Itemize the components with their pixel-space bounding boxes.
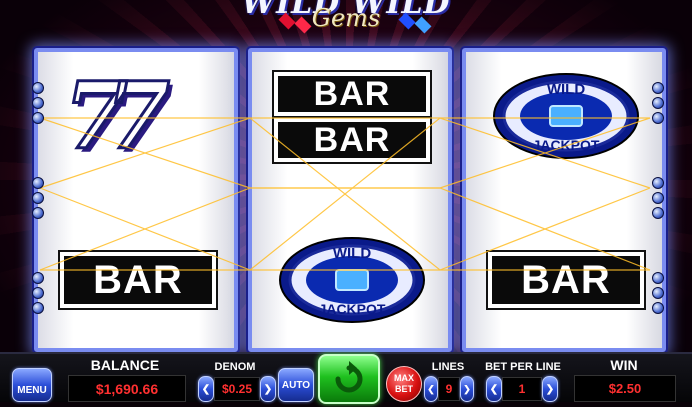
wild-jackpot-symbol: WILD JACKPOT	[279, 237, 425, 323]
balance-label: BALANCE	[90, 357, 160, 373]
auto-button-label: AUTO	[281, 379, 311, 391]
denom-label: DENOM	[214, 361, 256, 373]
bar-symbol: BAR	[486, 250, 646, 310]
payline-marker-icon	[652, 177, 664, 189]
logo-subtitle: Gems	[311, 4, 381, 32]
payline-marker-icon	[652, 192, 664, 204]
chevron-right-icon: ❯	[545, 383, 555, 395]
refresh-icon	[335, 361, 363, 393]
payline-marker-icon	[32, 287, 44, 299]
payline-marker-icon	[32, 302, 44, 314]
bar-symbol: BAR	[272, 116, 432, 164]
double-seven-symbol: 77	[63, 62, 172, 170]
max-bet-label-line2: BET	[395, 384, 413, 394]
jackpot-top-text: WILD	[333, 245, 371, 262]
bet-increase-button[interactable]: ❯	[542, 376, 558, 402]
denom-display: $0.25	[214, 377, 260, 401]
payline-marker-icon	[652, 302, 664, 314]
payline-marker-icon	[32, 177, 44, 189]
lines-label: LINES	[431, 361, 465, 373]
auto-button[interactable]: AUTO	[278, 368, 314, 402]
bet-decrease-button[interactable]: ❮	[486, 376, 502, 402]
win-display: $2.50	[574, 375, 676, 402]
wild-jackpot-symbol: WILD JACKPOT	[493, 73, 639, 159]
menu-button[interactable]: MENU	[12, 368, 52, 402]
spin-button[interactable]	[318, 354, 380, 404]
payline-marker-icon	[652, 272, 664, 284]
denom-decrease-button[interactable]: ❮	[198, 376, 214, 402]
win-label: WIN	[610, 357, 638, 373]
payline-marker-icon	[32, 192, 44, 204]
max-bet-label-line1: MAX	[394, 373, 414, 383]
chevron-left-icon: ❮	[201, 383, 211, 395]
lines-increase-button[interactable]: ❯	[460, 376, 474, 402]
menu-button-label: MENU	[17, 384, 47, 396]
chevron-right-icon: ❯	[263, 383, 273, 395]
payline-marker-icon	[652, 207, 664, 219]
payline-marker-icon	[32, 82, 44, 94]
jackpot-bottom-text: JACKPOT	[319, 301, 386, 317]
payline-marker-icon	[652, 82, 664, 94]
lines-display: 9	[438, 377, 460, 401]
jackpot-top-text: WILD	[547, 81, 585, 98]
chevron-left-icon: ❮	[427, 383, 435, 394]
reel-1: 77 BAR	[34, 48, 238, 352]
bet-per-line-display: 1	[502, 377, 542, 401]
lines-decrease-button[interactable]: ❮	[424, 376, 438, 402]
payline-marker-icon	[652, 287, 664, 299]
chevron-right-icon: ❯	[463, 383, 471, 394]
denom-increase-button[interactable]: ❯	[260, 376, 276, 402]
jackpot-bottom-text: JACKPOT	[533, 137, 600, 153]
payline-marker-icon	[32, 112, 44, 124]
payline-marker-icon	[652, 112, 664, 124]
reel-3: WILD JACKPOT BAR	[462, 48, 666, 352]
payline-marker-icon	[32, 207, 44, 219]
payline-marker-icon	[652, 97, 664, 109]
bet-per-line-label: BET PER LINE	[485, 361, 561, 373]
balance-display: $1,690.66	[68, 375, 186, 402]
reel-2: BAR BAR WILD JACKPOT	[248, 48, 452, 352]
payline-marker-icon	[32, 97, 44, 109]
max-bet-button[interactable]: MAX BET	[386, 366, 422, 402]
bar-symbol: BAR	[58, 250, 218, 310]
payline-marker-icon	[32, 272, 44, 284]
chevron-left-icon: ❮	[489, 383, 499, 395]
bar-symbol: BAR	[272, 70, 432, 118]
game-logo: WILD WILD Gems	[240, 0, 452, 48]
